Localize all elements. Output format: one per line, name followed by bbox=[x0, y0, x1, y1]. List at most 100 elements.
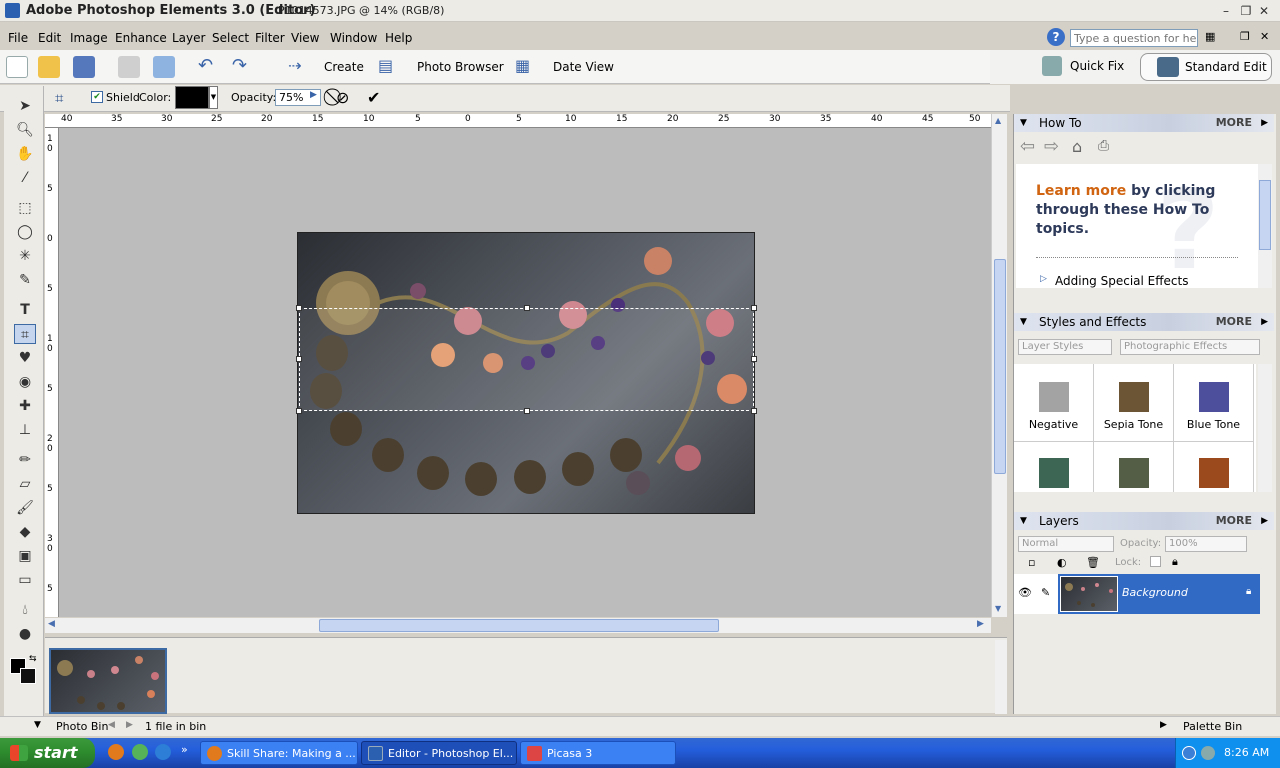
magic-wand-tool-icon[interactable]: ✳ bbox=[14, 246, 36, 266]
styles-scrollbar[interactable] bbox=[1258, 364, 1272, 492]
crop-tool-icon-active[interactable]: ⌗ bbox=[14, 324, 36, 344]
canvas-horizontal-scrollbar[interactable]: ◀ ▶ bbox=[45, 618, 991, 633]
collapse-icon[interactable]: ▼ bbox=[1020, 512, 1027, 530]
quicklaunch-more-icon[interactable]: » bbox=[181, 743, 188, 756]
scroll-thumb[interactable] bbox=[994, 259, 1006, 474]
close-icon[interactable]: ✕ bbox=[1256, 3, 1272, 19]
menu-select[interactable]: Select bbox=[212, 31, 249, 45]
redo-icon[interactable]: ↷ bbox=[232, 55, 247, 76]
scroll-left-icon[interactable]: ◀ bbox=[48, 619, 55, 629]
crop-selection[interactable] bbox=[296, 305, 757, 414]
effect-negative[interactable]: Negative bbox=[1014, 364, 1094, 442]
crop-handle[interactable] bbox=[524, 408, 530, 414]
layer-row[interactable]: 👁︎ ✎ Background 🔒︎ bbox=[1014, 574, 1260, 614]
bin-scrollbar[interactable] bbox=[995, 640, 1007, 714]
styles-category-select[interactable]: Layer Styles bbox=[1018, 339, 1112, 355]
crop-handle[interactable] bbox=[751, 408, 757, 414]
sponge-tool-icon[interactable]: ● bbox=[14, 624, 36, 644]
scroll-thumb[interactable] bbox=[319, 619, 719, 632]
scroll-up-icon[interactable]: ▲ bbox=[995, 116, 1001, 125]
create-button[interactable]: Create bbox=[324, 60, 364, 74]
styles-type-select[interactable]: Photographic Effects bbox=[1120, 339, 1260, 355]
help-icon[interactable]: ? bbox=[1047, 28, 1065, 46]
print-icon[interactable] bbox=[118, 56, 140, 78]
visibility-eye-icon[interactable]: 👁︎ bbox=[1018, 586, 1032, 599]
crop-handle[interactable] bbox=[751, 305, 757, 311]
shape-tool-icon[interactable]: ▭ bbox=[14, 570, 36, 590]
doc-tile-icon[interactable]: ▦ bbox=[1205, 30, 1215, 43]
menu-window[interactable]: Window bbox=[330, 31, 377, 45]
scroll-down-icon[interactable]: ▼ bbox=[995, 604, 1001, 613]
howto-topic-link[interactable]: Adding Special Effects bbox=[1055, 274, 1188, 288]
healing-brush-tool-icon[interactable]: ✚ bbox=[14, 396, 36, 416]
photo-browser-button[interactable]: Photo Browser bbox=[417, 60, 504, 74]
palette-bin-label[interactable]: Palette Bin bbox=[1183, 720, 1242, 733]
menu-file[interactable]: File bbox=[8, 31, 28, 45]
crop-handle[interactable] bbox=[296, 408, 302, 414]
menu-filter[interactable]: Filter bbox=[255, 31, 285, 45]
prev-photo-icon[interactable]: ◀ bbox=[108, 720, 115, 730]
doc-restore-icon[interactable]: ❐ bbox=[1240, 30, 1250, 43]
photo-bin-label[interactable]: Photo Bin bbox=[56, 720, 108, 733]
bin-toggle-icon[interactable]: ▼ bbox=[34, 720, 41, 730]
styles-header[interactable]: ▼ Styles and Effects MORE ▶ bbox=[1014, 313, 1274, 331]
eyedropper-tool-icon[interactable]: ⁄ bbox=[14, 168, 36, 188]
move-tool-icon[interactable]: ➤ bbox=[14, 96, 36, 116]
swap-colors-icon[interactable]: ⇆ bbox=[29, 654, 37, 664]
taskbar-item-picasa[interactable]: Picasa 3 bbox=[520, 741, 676, 765]
blur-tool-icon[interactable]: 💧︎ bbox=[14, 600, 36, 620]
print-icon[interactable]: ⎙ bbox=[1098, 138, 1109, 154]
standard-edit-button[interactable]: Standard Edit bbox=[1140, 53, 1272, 81]
color-dropdown-icon[interactable]: ▼ bbox=[209, 86, 218, 109]
menu-image[interactable]: Image bbox=[70, 31, 108, 45]
quick-fix-button[interactable]: Quick Fix bbox=[1038, 53, 1138, 81]
online-services-icon[interactable] bbox=[153, 56, 175, 78]
crop-tool-icon[interactable]: ⌗ bbox=[55, 89, 63, 107]
taskbar-item-skill-share[interactable]: Skill Share: Making a ... bbox=[200, 741, 358, 765]
canvas-vertical-scrollbar[interactable]: ▲ ▼ bbox=[991, 114, 1007, 617]
scroll-thumb[interactable] bbox=[1259, 180, 1271, 250]
marquee-tool-icon[interactable]: ⬚ bbox=[14, 198, 36, 218]
lock-all-icon[interactable]: 🔒︎ bbox=[1172, 555, 1178, 569]
palette-menu-icon[interactable]: ▶ bbox=[1261, 313, 1268, 331]
effect-blue-tone[interactable]: Blue Tone bbox=[1174, 364, 1254, 442]
date-view-icon[interactable]: ▦ bbox=[515, 56, 530, 75]
crop-handle[interactable] bbox=[751, 356, 757, 362]
menu-help[interactable]: Help bbox=[385, 31, 412, 45]
date-view-button[interactable]: Date View bbox=[553, 60, 614, 74]
create-icon[interactable]: ⇢ bbox=[288, 56, 301, 75]
scroll-right-icon[interactable]: ▶ bbox=[977, 619, 984, 629]
red-eye-tool-icon[interactable]: ◉ bbox=[14, 372, 36, 392]
type-tool-icon[interactable]: T bbox=[14, 300, 36, 320]
layer-opacity-input[interactable]: 100% bbox=[1165, 536, 1247, 552]
bin-thumbnail[interactable] bbox=[49, 648, 167, 714]
selection-brush-tool-icon[interactable]: ✎ bbox=[14, 270, 36, 290]
forward-arrow-icon[interactable]: ⇨ bbox=[1044, 136, 1059, 157]
paint-bucket-tool-icon[interactable]: ◆ bbox=[14, 522, 36, 542]
eraser-tool-icon[interactable]: ▱ bbox=[14, 474, 36, 494]
opacity-slider-icon[interactable]: ▶ bbox=[310, 90, 317, 100]
adjustment-layer-icon[interactable]: ◐ bbox=[1057, 556, 1067, 569]
blend-mode-select[interactable]: Normal bbox=[1018, 536, 1114, 552]
menu-enhance[interactable]: Enhance bbox=[115, 31, 167, 45]
volume-icon[interactable] bbox=[1201, 746, 1215, 760]
undo-icon[interactable]: ↶ bbox=[198, 55, 213, 76]
effect-orange-tone[interactable] bbox=[1174, 442, 1254, 492]
effect-green-tone[interactable] bbox=[1014, 442, 1094, 492]
link-brush-icon[interactable]: ✎ bbox=[1041, 586, 1050, 599]
photo-browser-icon[interactable]: ▤ bbox=[378, 56, 393, 75]
ie-icon[interactable] bbox=[155, 744, 171, 760]
zoom-tool-icon[interactable]: 🔍︎ bbox=[14, 120, 36, 140]
clone-stamp-tool-icon[interactable]: ⊥ bbox=[14, 420, 36, 440]
home-icon[interactable]: ⌂ bbox=[1072, 137, 1082, 156]
crop-handle[interactable] bbox=[524, 305, 530, 311]
trash-icon[interactable]: 🗑︎ bbox=[1086, 556, 1100, 569]
palette-menu-icon[interactable]: ▶ bbox=[1261, 512, 1268, 530]
pencil-tool-icon[interactable]: ✏ bbox=[14, 450, 36, 470]
menu-edit[interactable]: Edit bbox=[38, 31, 61, 45]
clock[interactable]: 8:26 AM bbox=[1224, 738, 1269, 768]
next-photo-icon[interactable]: ▶ bbox=[126, 720, 133, 730]
new-icon[interactable] bbox=[6, 56, 28, 78]
collapse-icon[interactable]: ▼ bbox=[1020, 114, 1027, 132]
menu-layer[interactable]: Layer bbox=[172, 31, 205, 45]
